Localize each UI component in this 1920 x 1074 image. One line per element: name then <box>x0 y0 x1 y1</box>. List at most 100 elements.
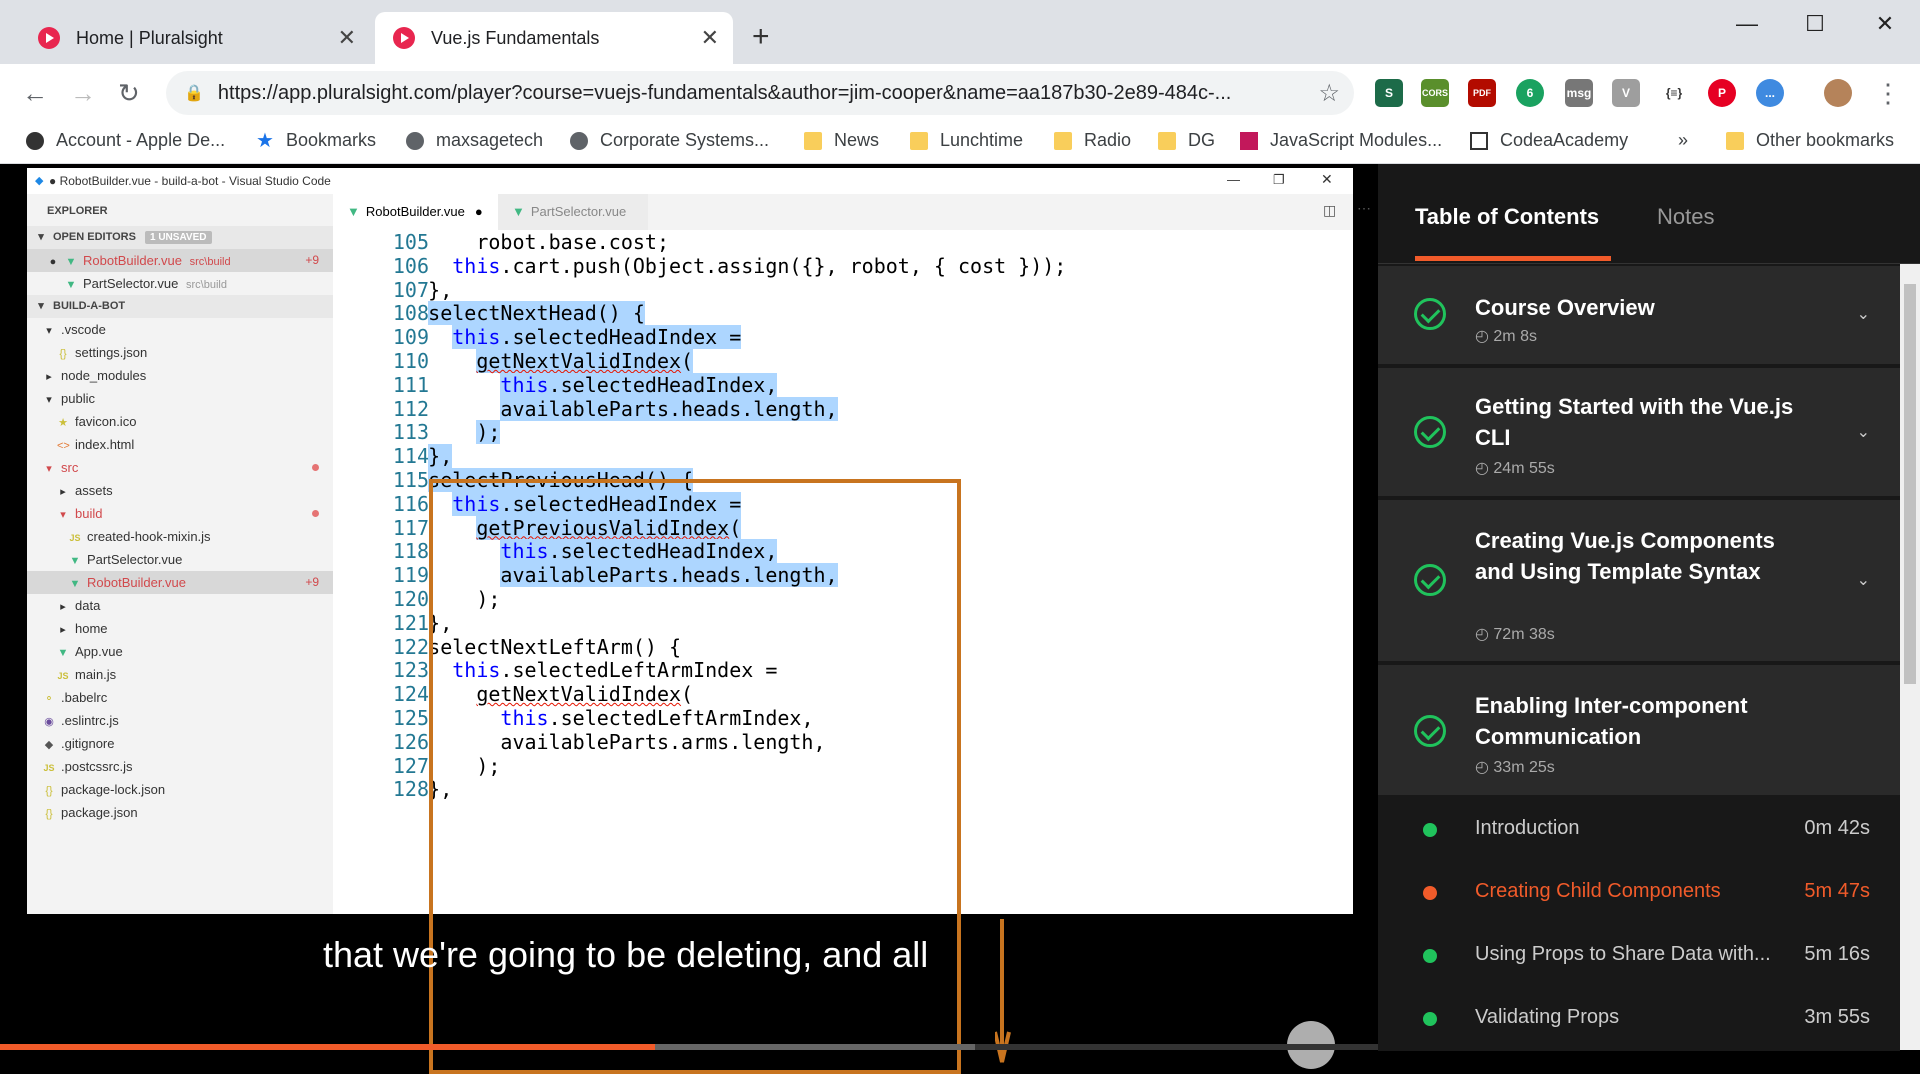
more-actions-icon: ⋯ <box>1357 200 1371 216</box>
editor-tab-active: ▼ RobotBuilder.vue ● <box>333 194 498 230</box>
clip-duration: 5m 16s <box>1804 943 1870 965</box>
back-icon[interactable]: ← <box>22 78 48 109</box>
forward-icon[interactable]: → <box>70 78 96 109</box>
maximize-icon[interactable]: ☐ <box>1792 8 1838 40</box>
module-item[interactable]: Course Overview ◴ 2m 8s ⌄ <box>1378 266 1900 366</box>
globe-icon <box>406 131 424 150</box>
browser-tab-vuejs[interactable]: Vue.js Fundamentals ✕ <box>375 12 733 64</box>
bookmark-label: Lunchtime <box>940 130 1024 150</box>
clip-item[interactable]: Validating Props 3m 55s <box>1378 988 1900 1051</box>
video-progress-bar[interactable] <box>0 1044 1378 1050</box>
tree-item: ▸ assets <box>60 483 113 498</box>
tree-item: ▾ .vscode <box>46 322 106 337</box>
profile-avatar[interactable] <box>1824 79 1852 107</box>
chevron-down-icon[interactable]: ⌄ <box>1857 570 1870 590</box>
video-frame-vscode: ◆ ● RobotBuilder.vue - build-a-bot - Vis… <box>27 168 1371 914</box>
close-icon[interactable]: ✕ <box>701 25 719 51</box>
chevron-down-icon[interactable]: ⌄ <box>1857 304 1870 324</box>
extension-chat-icon[interactable]: ... <box>1756 79 1784 107</box>
extension-pinterest-icon[interactable]: P <box>1708 79 1736 107</box>
course-sidebar: Table of Contents Notes Course Overview … <box>1378 164 1920 1051</box>
bookmark-apple[interactable]: Account - Apple De... <box>26 130 225 151</box>
extension-grammarly-icon[interactable]: 6 <box>1516 79 1544 107</box>
tree-item: JS .postcssrc.js <box>43 759 133 774</box>
tree-item: ▸ home <box>60 621 108 636</box>
unsaved-badge: 1 UNSAVED <box>145 231 212 244</box>
address-bar[interactable]: 🔒 https://app.pluralsight.com/player?cou… <box>166 71 1354 115</box>
bookmark-lunchtime[interactable]: Lunchtime <box>910 130 1023 151</box>
bookmarks-overflow[interactable]: » <box>1678 130 1688 151</box>
bookmark-label: News <box>834 130 880 150</box>
extension-message-icon[interactable]: msg <box>1565 79 1593 107</box>
clip-item[interactable]: Introduction 0m 42s <box>1378 799 1900 862</box>
browser-toolbar: ← → ↻ 🔒 https://app.pluralsight.com/play… <box>0 64 1920 122</box>
bookmark-js-modules[interactable]: JavaScript Modules... <box>1240 130 1442 151</box>
tree-item: ◉ .eslintrc.js <box>44 713 119 728</box>
bookmark-label: Account - Apple De... <box>56 130 226 150</box>
open-editors-header: ▾ OPEN EDITORS 1 UNSAVED <box>27 226 333 249</box>
reload-icon[interactable]: ↻ <box>118 78 140 109</box>
bookmark-corporate[interactable]: Corporate Systems... <box>570 130 769 151</box>
star-icon: ★ <box>256 129 274 152</box>
bookmark-news[interactable]: News <box>804 130 879 151</box>
tree-item: {} package-lock.json <box>45 782 166 797</box>
completed-dot-icon <box>1423 949 1437 963</box>
extension-pdf-icon[interactable]: PDF <box>1468 79 1496 107</box>
project-label: BUILD-A-BOT <box>53 300 126 312</box>
clip-item-current[interactable]: Creating Child Components 5m 47s <box>1378 862 1900 925</box>
code-line: selectPreviousHead() { <box>428 468 694 492</box>
folder-icon <box>1726 131 1744 150</box>
clip-duration: 5m 47s <box>1804 880 1870 902</box>
bookmark-radio[interactable]: Radio <box>1054 130 1131 151</box>
bookmark-site-icon <box>1470 131 1488 150</box>
extension-cors-icon[interactable]: CORS <box>1421 79 1449 107</box>
close-icon[interactable]: ✕ <box>338 25 356 51</box>
bookmark-dg[interactable]: DG <box>1158 130 1215 151</box>
code-line: selectNextHead() { <box>428 301 645 326</box>
bookmark-label: DG <box>1188 130 1215 150</box>
module-item[interactable]: Getting Started with the Vue.js CLI ◴ 24… <box>1378 368 1900 498</box>
tab-notes[interactable]: Notes <box>1657 204 1714 230</box>
minimize-icon[interactable]: — <box>1724 8 1770 40</box>
module-item-current[interactable]: Enabling Inter-component Communication ◴… <box>1378 665 1900 797</box>
vscode-explorer: EXPLORER ▾ OPEN EDITORS 1 UNSAVED ● ▼ Robot… <box>27 194 333 914</box>
extension-json-icon[interactable]: {≡} <box>1660 79 1688 107</box>
toc-tab-bar: Table of Contents Notes <box>1378 164 1920 264</box>
bookmark-bookmarks[interactable]: ★ Bookmarks <box>256 130 376 151</box>
chevron-down-icon[interactable]: ⌄ <box>1857 422 1870 442</box>
video-player[interactable]: ◆ ● RobotBuilder.vue - build-a-bot - Vis… <box>0 164 1378 1074</box>
module-item[interactable]: Creating Vue.js Components and Using Tem… <box>1378 500 1900 663</box>
tree-item: ▸ node_modules <box>46 368 147 383</box>
new-tab-icon[interactable]: + <box>752 20 770 54</box>
scrollbar-thumb[interactable] <box>1904 284 1916 684</box>
bookmark-star-icon[interactable]: ☆ <box>1318 79 1340 108</box>
code-line: }, <box>380 610 453 635</box>
code-line: this.cart.push(Object.assign({}, robot, … <box>452 253 1067 278</box>
bookmark-maxsagetech[interactable]: maxsagetech <box>406 130 543 151</box>
bookmark-other[interactable]: Other bookmarks <box>1726 130 1894 151</box>
minimize-icon: — <box>1227 172 1240 187</box>
tree-item: {} package.json <box>45 805 138 820</box>
bookmark-label: maxsagetech <box>436 130 544 150</box>
tree-item: ◆ .gitignore <box>44 736 115 751</box>
code-line: ); <box>380 753 501 778</box>
code-line: robot.base.cost; <box>380 230 669 254</box>
url-text: https://app.pluralsight.com/player?cours… <box>217 81 1232 104</box>
module-duration: ◴ 24m 55s <box>1475 460 1555 477</box>
code-line: getNextValidIndex( <box>476 682 694 707</box>
active-tab-indicator <box>1415 256 1611 261</box>
clip-item[interactable]: Using Props to Share Data with... 5m 16s <box>1378 925 1900 988</box>
close-window-icon[interactable]: ✕ <box>1862 8 1908 40</box>
tree-item: {} settings.json <box>59 345 148 360</box>
menu-dots-icon[interactable]: ⋮ <box>1875 78 1901 109</box>
tab-table-of-contents[interactable]: Table of Contents <box>1415 204 1599 230</box>
extension-vue-icon[interactable]: V <box>1612 79 1640 107</box>
open-editor-item: ● ▼ RobotBuilder.vue src\build +9 <box>27 249 333 272</box>
video-caption: that we're going to be deleting, and all <box>323 934 929 975</box>
extension-s-icon[interactable]: S <box>1375 79 1403 107</box>
bookmark-codeacademy[interactable]: CodeaAcademy <box>1470 130 1628 151</box>
completed-check-icon <box>1414 564 1446 596</box>
browser-tab-home[interactable]: Home | Pluralsight ✕ <box>20 12 370 64</box>
completed-dot-icon <box>1423 1012 1437 1026</box>
toc-scrollbar[interactable] <box>1900 264 1920 1050</box>
